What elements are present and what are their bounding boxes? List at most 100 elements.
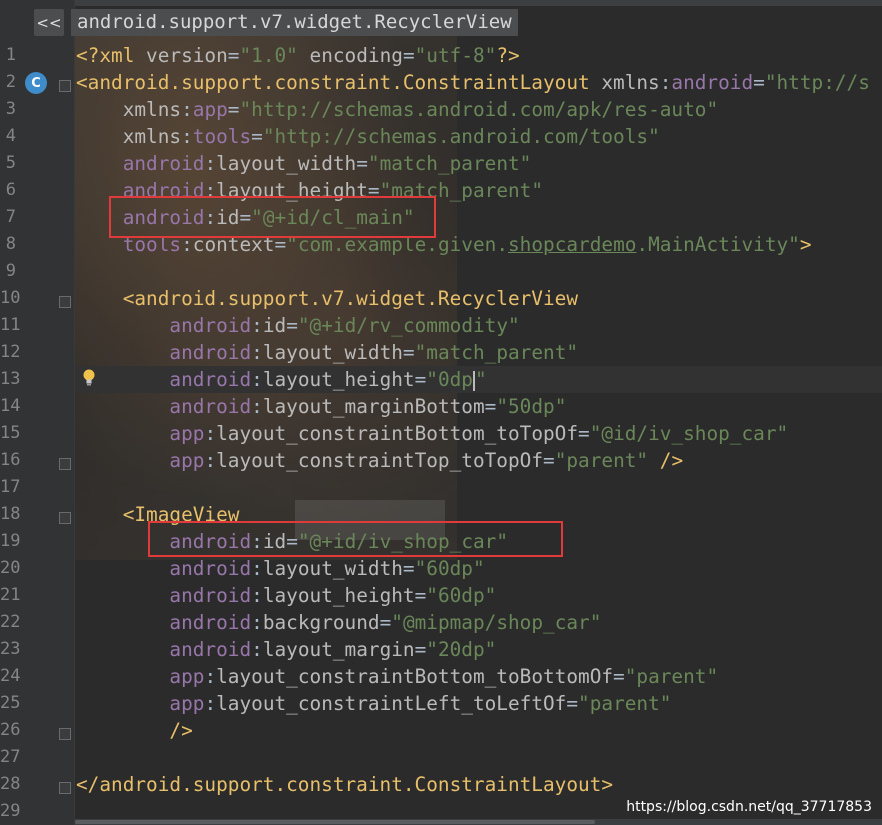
code-token: = — [379, 611, 392, 634]
code-token: : — [251, 611, 263, 634]
fold-marker[interactable] — [59, 458, 71, 470]
code-token: = — [414, 368, 427, 391]
code-token: background — [262, 611, 380, 634]
code-token: "http://schemas.android.com/apk/res-auto… — [239, 98, 719, 121]
code-token: : — [204, 152, 217, 175]
line-number: 6 — [5, 180, 16, 200]
fold-marker[interactable] — [59, 512, 71, 524]
code-token: : — [204, 665, 217, 688]
code-token: : — [251, 314, 263, 337]
horizontal-scrollbar[interactable] — [75, 819, 882, 825]
code-token: xmlns — [122, 98, 182, 121]
code-token: /> — [659, 449, 684, 472]
code-token: layout_constraintBottom_toTopOf — [216, 422, 579, 445]
fold-marker[interactable] — [59, 782, 71, 794]
code-token: = — [543, 449, 555, 472]
code-token: "1.0" — [239, 44, 298, 67]
code-line[interactable]: app:layout_constraintTop_toTopOf="parent… — [76, 447, 683, 474]
code-token: > — [799, 233, 812, 256]
fold-marker[interactable] — [59, 80, 71, 92]
code-editor[interactable]: 1 <?xml version="1.0" encoding="utf-8"?> 2… — [0, 0, 882, 825]
code-token: = — [414, 638, 427, 661]
line-number: 26 — [0, 720, 21, 740]
code-line[interactable]: <?xml version="1.0" encoding="utf-8"?> — [76, 42, 520, 69]
code-line[interactable]: android:layout_marginBottom="50dp" — [76, 393, 566, 420]
lightbulb-icon[interactable] — [82, 368, 96, 386]
line-number: 23 — [0, 639, 21, 659]
code-token: : — [251, 341, 263, 364]
line-number: 7 — [5, 207, 16, 227]
code-token: xmlns — [122, 125, 182, 148]
line-number: 25 — [0, 693, 21, 713]
code-line[interactable]: android:layout_height="0dp " — [76, 366, 486, 393]
code-token: "60dp" — [426, 584, 497, 607]
code-line[interactable]: android:layout_width="match_parent" — [76, 339, 578, 366]
code-token: <android.support.constraint.ConstraintLa… — [76, 71, 602, 94]
code-line[interactable]: android:background="@mipmap/shop_car" — [76, 609, 601, 636]
line-number: 19 — [0, 531, 21, 551]
scrollbar-thumb[interactable] — [75, 820, 595, 824]
breadcrumb-back-button[interactable]: << — [34, 9, 64, 36]
line-number: 10 — [0, 288, 21, 308]
code-token: android — [169, 638, 252, 661]
code-token: layout_marginBottom — [262, 395, 485, 418]
code-token: app — [169, 692, 205, 715]
class-gutter-icon[interactable]: C — [25, 72, 47, 94]
line-number: 18 — [0, 504, 21, 524]
code-line[interactable]: android:layout_height="60dp" — [76, 582, 496, 609]
code-line[interactable]: xmlns:app="http://schemas.android.com/ap… — [76, 96, 718, 123]
code-line[interactable]: app:layout_constraintBottom_toTopOf="@id… — [76, 420, 788, 447]
code-token: ?> — [496, 44, 520, 67]
code-line[interactable]: android:layout_width="60dp" — [76, 555, 485, 582]
fold-marker[interactable] — [59, 296, 71, 308]
code-token: "60dp" — [414, 557, 485, 580]
code-token: = — [402, 557, 415, 580]
code-token: : — [251, 557, 263, 580]
code-token: app — [192, 98, 228, 121]
code-token: tools — [192, 125, 252, 148]
line-number: 22 — [0, 612, 21, 632]
code-line[interactable]: android:id="@+id/rv_commodity" — [76, 312, 519, 339]
code-line[interactable]: /> — [76, 717, 192, 744]
code-line[interactable]: <android.support.constraint.ConstraintLa… — [76, 69, 870, 96]
code-token: = — [286, 314, 298, 337]
code-token: android — [169, 584, 252, 607]
code-line[interactable]: xmlns:tools="http://schemas.android.com/… — [76, 123, 660, 150]
breadcrumb[interactable]: android.support.v7.widget.RecyclerView — [71, 9, 518, 36]
code-token: layout_margin — [262, 638, 415, 661]
line-number: 24 — [0, 666, 21, 686]
code-line[interactable]: app:layout_constraintLeft_toLeftOf="pare… — [76, 690, 671, 717]
code-line[interactable]: android:layout_margin="20dp" — [76, 636, 496, 663]
code-token: android — [169, 557, 252, 580]
code-token: app — [169, 449, 205, 472]
code-token: xmlns — [601, 71, 660, 94]
code-line[interactable]: app:layout_constraintBottom_toBottomOf="… — [76, 663, 718, 690]
code-token: <?xml — [76, 44, 147, 67]
code-token: version — [146, 44, 228, 67]
code-token: android — [169, 314, 252, 337]
code-token: : — [181, 125, 193, 148]
line-number: 17 — [0, 477, 21, 497]
fold-marker[interactable] — [59, 728, 71, 740]
code-token: = — [414, 584, 427, 607]
code-token: = — [613, 665, 625, 688]
code-token: id — [262, 314, 287, 337]
code-token: "match_parent" — [367, 152, 532, 175]
code-line[interactable]: android:layout_width="match_parent" — [76, 150, 532, 177]
line-number: 16 — [0, 450, 21, 470]
code-token: = — [484, 395, 497, 418]
code-line[interactable]: <android.support.v7.widget.RecyclerView — [76, 285, 578, 312]
code-line[interactable]: </android.support.constraint.ConstraintL… — [76, 771, 613, 798]
line-number: 13 — [0, 369, 21, 389]
code-token: "@mipmap/shop_car" — [391, 611, 602, 634]
code-token: layout_width — [262, 557, 403, 580]
code-token: : — [204, 692, 217, 715]
